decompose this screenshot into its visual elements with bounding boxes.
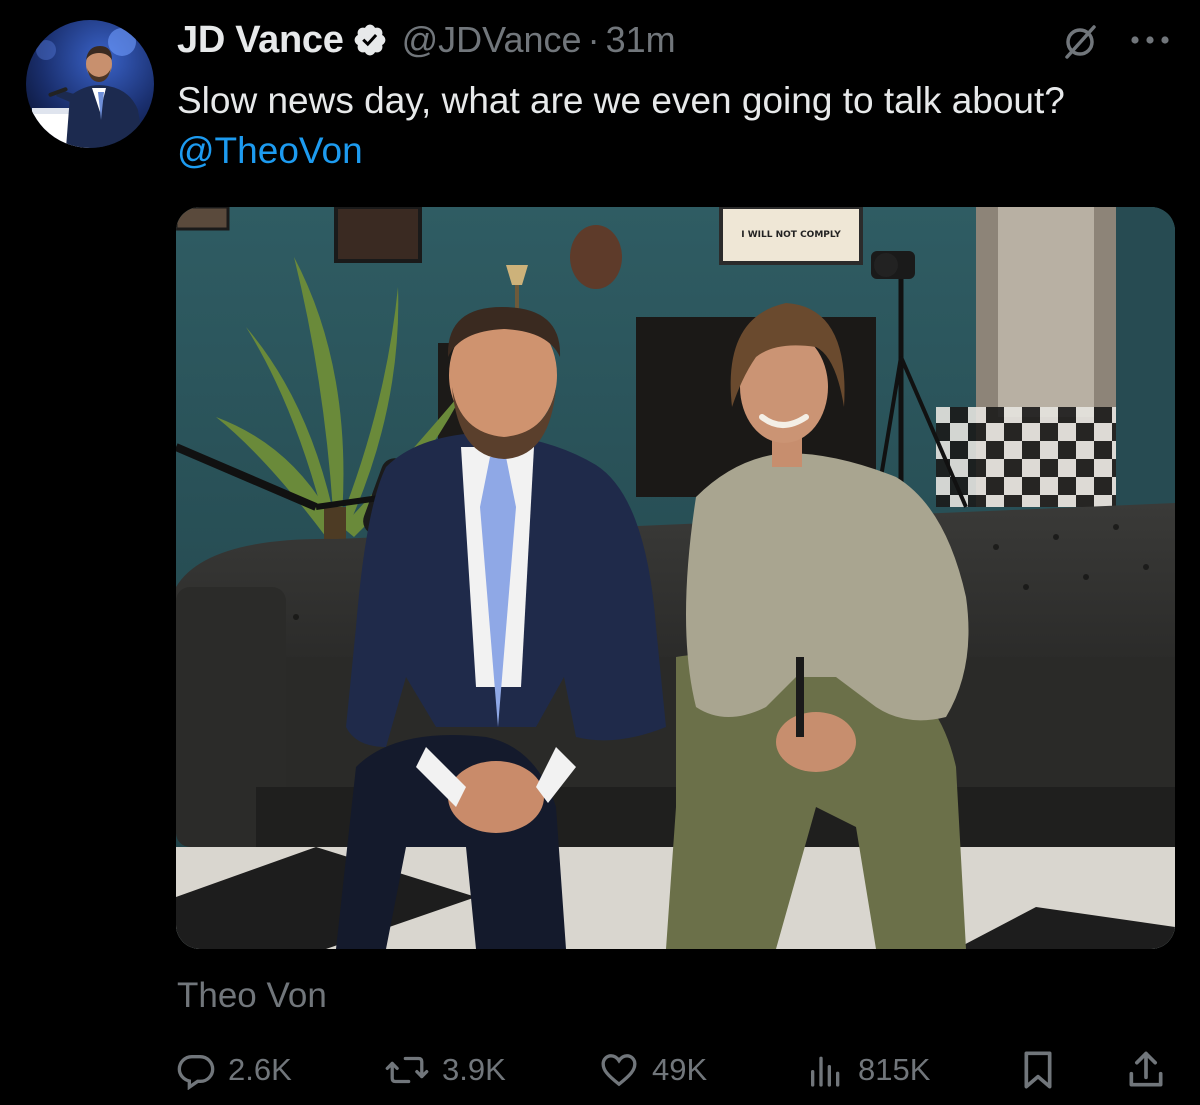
repost-count: 3.9K xyxy=(442,1052,506,1087)
wall-sign-text: I WILL NOT COMPLY xyxy=(741,230,841,240)
mention-link[interactable]: @TheoVon xyxy=(177,130,363,171)
repost-button[interactable]: 3.9K xyxy=(384,1042,506,1098)
tweet-header: JD Vance @JDVance · 31m xyxy=(177,14,676,66)
reply-icon xyxy=(176,1050,228,1090)
share-icon xyxy=(1124,1048,1180,1092)
tweet-text: Slow news day, what are we even going to… xyxy=(177,76,1167,176)
verified-icon xyxy=(352,22,388,58)
separator-dot: · xyxy=(587,19,600,60)
repost-icon xyxy=(384,1050,442,1090)
like-count: 49K xyxy=(652,1052,708,1087)
bookmark-button[interactable] xyxy=(1018,1042,1070,1098)
tagged-user[interactable]: Theo Von xyxy=(177,976,327,1016)
action-bar: 2.6K 3.9K 49K 815K xyxy=(0,1042,1200,1098)
more-icon[interactable] xyxy=(1128,33,1172,47)
like-icon xyxy=(598,1050,652,1090)
author-name[interactable]: JD Vance xyxy=(177,19,344,62)
author-handle[interactable]: @JDVance xyxy=(402,19,582,61)
views-button[interactable]: 815K xyxy=(806,1042,930,1098)
bookmark-icon xyxy=(1018,1048,1070,1092)
tweet-body: Slow news day, what are we even going to… xyxy=(177,80,1065,121)
share-button[interactable] xyxy=(1124,1042,1180,1098)
grok-icon[interactable] xyxy=(1060,22,1100,62)
tweet: JD Vance @JDVance · 31m Slow news day, w… xyxy=(0,0,1200,1105)
avatar[interactable] xyxy=(26,20,154,148)
reply-count: 2.6K xyxy=(228,1052,292,1087)
views-icon xyxy=(806,1050,858,1090)
tweet-photo[interactable]: I WILL NOT COMPLY xyxy=(176,207,1175,949)
like-button[interactable]: 49K xyxy=(598,1042,707,1098)
views-count: 815K xyxy=(858,1052,931,1087)
timestamp[interactable]: 31m xyxy=(606,19,676,61)
reply-button[interactable]: 2.6K xyxy=(176,1042,292,1098)
